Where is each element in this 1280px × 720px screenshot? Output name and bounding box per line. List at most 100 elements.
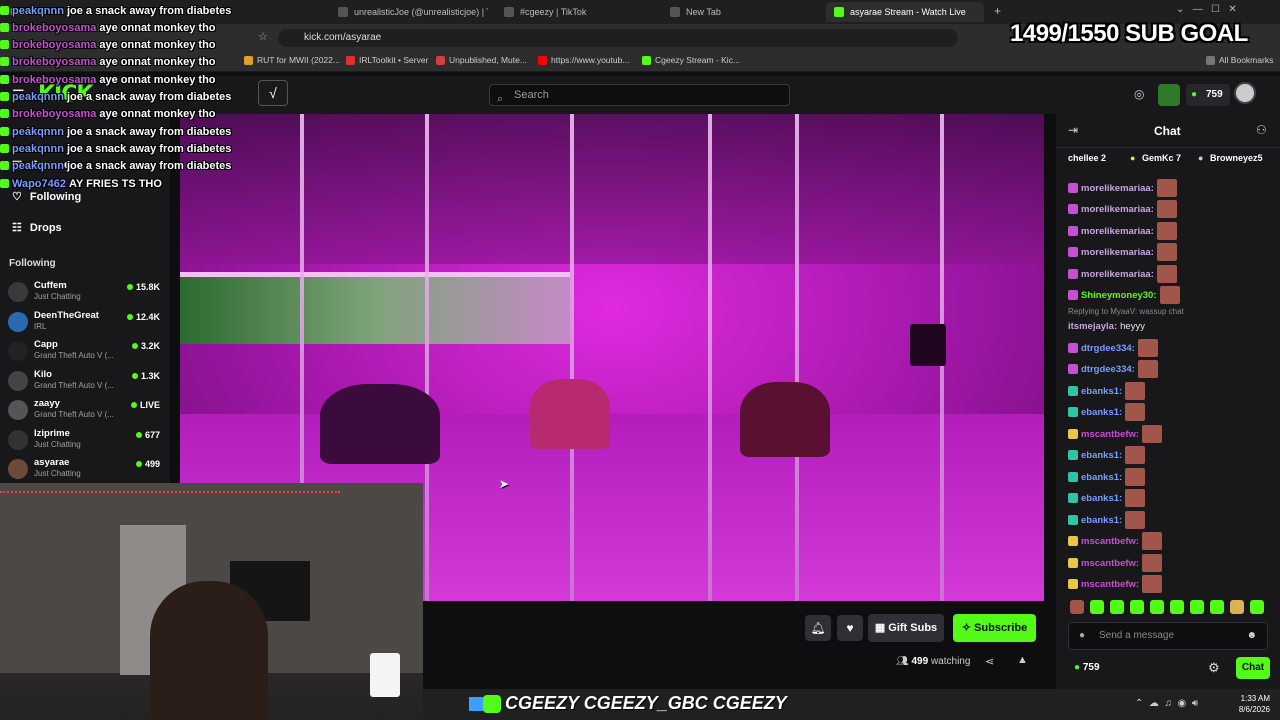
share-icon[interactable]: ⋖ — [985, 655, 994, 668]
chat-message[interactable]: ebanks1: — [1068, 445, 1273, 465]
subscribe-button[interactable]: ✧ Subscribe — [953, 614, 1036, 642]
heart-icon[interactable]: ♥ — [837, 615, 863, 641]
chat-message[interactable]: ebanks1: — [1068, 510, 1273, 530]
emote-icon[interactable] — [1170, 600, 1184, 614]
chat-username[interactable]: dtrgdee334: — [1081, 364, 1135, 375]
new-tab-icon[interactable]: + — [994, 4, 1001, 18]
emote-icon[interactable] — [1130, 600, 1144, 614]
bookmark-item[interactable]: IRLToolkit • Server — [346, 55, 428, 65]
chat-badge-icon — [1068, 407, 1078, 417]
chat-username[interactable]: dtrgdee334: — [1081, 343, 1135, 354]
chat-username[interactable]: mscantbefw: — [1081, 429, 1139, 440]
url-field[interactable]: kick.com/asyarae — [278, 29, 958, 47]
chat-points[interactable]: ● 759 — [1074, 662, 1100, 673]
chat-username[interactable]: morelikemariaa: — [1081, 226, 1154, 237]
overlay-message: joe a snack away from diabetes — [66, 159, 232, 172]
bell-icon[interactable]: 🔔︎ — [805, 615, 831, 641]
chat-username[interactable]: morelikemariaa: — [1081, 183, 1154, 194]
chat-message[interactable]: mscantbefw: — [1068, 574, 1273, 594]
emote-icon[interactable] — [1150, 600, 1164, 614]
overlay-username: peakqnnn — [12, 4, 64, 17]
chat-message[interactable]: dtrgdee334: — [1068, 359, 1273, 379]
system-clock[interactable]: 1:33 AM 8/6/2026 — [1239, 693, 1270, 715]
chat-message[interactable]: morelikemariaa: — [1068, 264, 1273, 284]
chat-message[interactable]: mscantbefw: — [1068, 553, 1273, 573]
chat-message[interactable]: dtrgdee334: — [1068, 338, 1273, 358]
followed-channel[interactable]: DeenTheGreat IRL 12.4K — [8, 308, 160, 336]
tab-cgeezy-tiktok[interactable]: #cgeezy | TikTok — [496, 2, 654, 22]
chat-username[interactable]: mscantbefw: — [1081, 558, 1139, 569]
all-bookmarks[interactable]: All Bookmarks — [1206, 55, 1273, 65]
followed-channel[interactable]: Cuffem Just Chatting 15.8K — [8, 278, 160, 306]
chat-message[interactable]: mscantbefw: — [1068, 531, 1273, 551]
chat-username[interactable]: morelikemariaa: — [1081, 204, 1154, 215]
chat-username[interactable]: ebanks1: — [1081, 407, 1122, 418]
chat-username[interactable]: ebanks1: — [1081, 515, 1122, 526]
chat-username[interactable]: Shineymoney30: — [1081, 290, 1157, 301]
emote-icon[interactable] — [1190, 600, 1204, 614]
followed-channel[interactable]: Iziprime Just Chatting 677 — [8, 426, 160, 454]
chat-message[interactable]: Shineymoney30: — [1068, 285, 1273, 305]
emote-icon[interactable] — [1210, 600, 1224, 614]
report-icon[interactable]: ▲ — [1017, 654, 1028, 666]
gift-subs-button[interactable]: ▦ Gift Subs — [868, 614, 944, 642]
avatar[interactable] — [1234, 82, 1256, 104]
chat-username[interactable]: ebanks1: — [1081, 493, 1122, 504]
tab-new[interactable]: New Tab — [662, 2, 820, 22]
users-icon[interactable]: ⚇ — [1256, 123, 1267, 137]
chat-username[interactable]: mscantbefw: — [1081, 579, 1139, 590]
emote-icon[interactable] — [1250, 600, 1264, 614]
bookmark-item[interactable]: Unpublished, Mute... — [436, 55, 527, 65]
chat-username[interactable]: mscantbefw: — [1081, 536, 1139, 547]
chat-message[interactable]: ebanks1: — [1068, 467, 1273, 487]
chat-username[interactable]: itsmejayla: — [1068, 321, 1117, 332]
followed-channel[interactable]: zaayy Grand Theft Auto V (... LIVE — [8, 396, 160, 424]
tab-asyarae[interactable]: asyarae Stream - Watch Live — [826, 2, 984, 22]
emote-icon[interactable] — [1110, 600, 1124, 614]
viewer-count-text: 15.8K — [135, 282, 160, 292]
followed-channel[interactable]: Kilo Grand Theft Auto V (... 1.3K — [8, 367, 160, 395]
chat-username[interactable]: morelikemariaa: — [1081, 269, 1154, 280]
collapse-chat-icon[interactable]: ⇥ — [1068, 123, 1078, 137]
chat-username[interactable]: ebanks1: — [1081, 450, 1122, 461]
send-chat-button[interactable]: Chat — [1236, 657, 1270, 679]
chat-message[interactable]: morelikemariaa: — [1068, 221, 1273, 241]
chat-message[interactable]: ebanks1: — [1068, 488, 1273, 508]
windows-start-icon[interactable] — [469, 697, 483, 711]
emote-icon[interactable] — [1230, 600, 1244, 614]
overlay-username: peakqnnn — [12, 90, 64, 103]
youtube-icon — [538, 55, 547, 65]
gear-icon[interactable]: ⚙ — [1208, 660, 1220, 676]
points-badge[interactable]: ● 759 — [1186, 84, 1230, 106]
bookmark-item[interactable]: https://www.youtub... — [538, 55, 629, 65]
system-tray-icons[interactable]: ⌃ ☁ ♫ ◉ 🔊︎ — [1135, 698, 1198, 709]
sidebar-item-drops[interactable]: ☷ Drops — [12, 221, 62, 235]
chat-message[interactable]: ebanks1: — [1068, 381, 1273, 401]
chat-message[interactable]: mscantbefw: — [1068, 424, 1273, 444]
chat-message[interactable]: morelikemariaa: — [1068, 178, 1273, 198]
emote-icon[interactable] — [1090, 600, 1104, 614]
window-controls[interactable]: ⌄ — ☐ ✕ — [1176, 4, 1237, 15]
broadcast-icon[interactable]: ◎ — [1134, 87, 1144, 101]
bookmark-item[interactable]: Cgeezy Stream - Kic... — [642, 55, 740, 65]
chat-username[interactable]: morelikemariaa: — [1081, 247, 1154, 258]
overlay-message: aye onnat monkey tho — [99, 55, 216, 68]
chat-message[interactable]: itsmejayla: heyyy — [1068, 316, 1273, 336]
chat-message-input[interactable]: ● Send a message ☻ — [1068, 622, 1268, 650]
chat-message[interactable]: morelikemariaa: — [1068, 242, 1273, 262]
emote-icon[interactable] — [1070, 600, 1084, 614]
emoji-icon[interactable]: ☻ — [1246, 623, 1257, 649]
game-controller-icon[interactable] — [1158, 84, 1180, 106]
chat-username[interactable]: ebanks1: — [1081, 472, 1122, 483]
chat-badge-icon — [1068, 269, 1078, 279]
chat-username[interactable]: ebanks1: — [1081, 386, 1122, 397]
followed-channel[interactable]: asyarae Just Chatting 499 — [8, 455, 160, 483]
viewers-icon: 👥︎ — [896, 656, 912, 667]
bookmark-star-icon[interactable]: ☆ — [258, 30, 268, 43]
chat-message[interactable]: morelikemariaa: — [1068, 199, 1273, 219]
followed-channel[interactable]: Capp Grand Theft Auto V (... 3.2K — [8, 337, 160, 365]
search-input[interactable]: ⌕ Search — [489, 84, 790, 106]
chat-message[interactable]: ebanks1: — [1068, 402, 1273, 422]
tab-unrealisticjoe[interactable]: unrealisticJoe (@unrealisticjoe) | TikT — [330, 2, 488, 22]
bookmark-item[interactable]: RUT for MWII (2022... — [244, 55, 340, 65]
